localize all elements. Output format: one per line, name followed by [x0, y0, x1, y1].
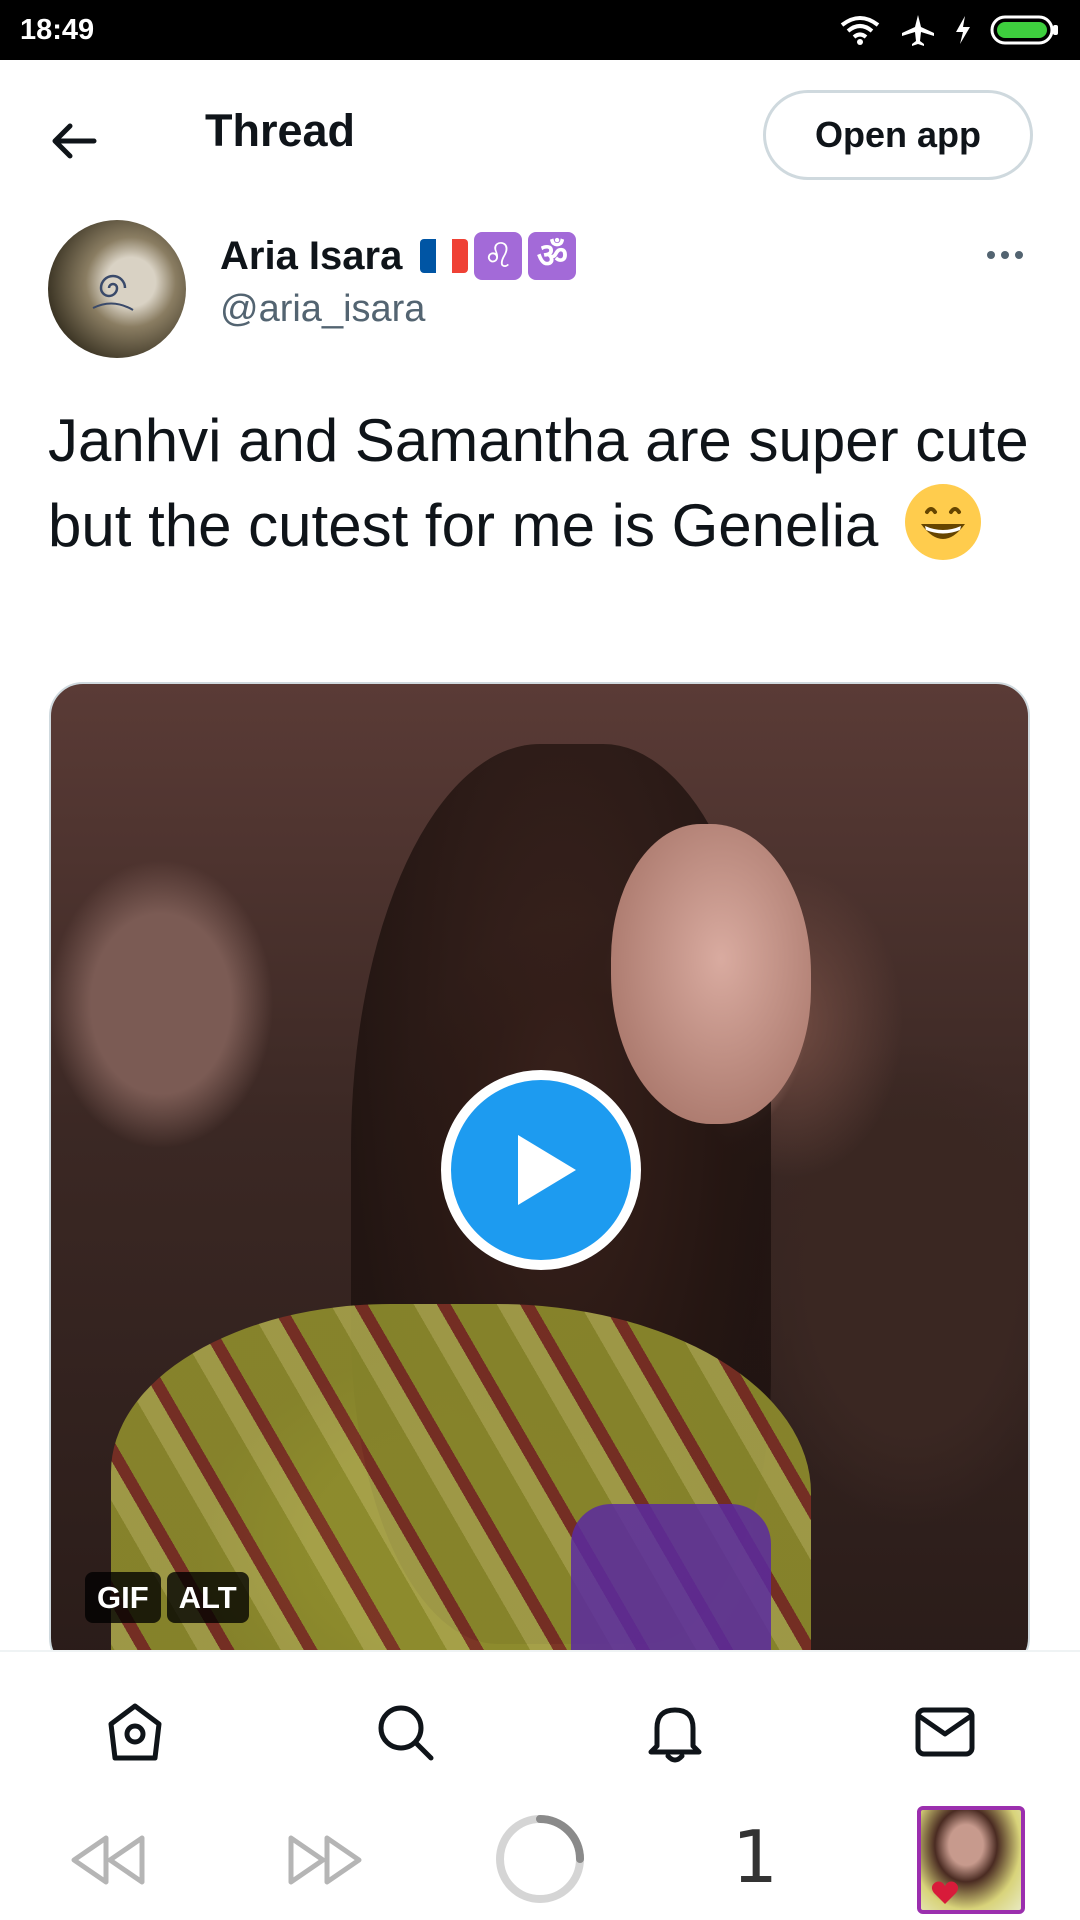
status-bar: 18:49 [0, 0, 1080, 60]
nav-notifications[interactable] [635, 1692, 715, 1772]
page-title: Thread [205, 105, 356, 156]
name-emojis: ♌ ॐ [420, 232, 577, 280]
browser-back-button[interactable] [68, 1825, 148, 1895]
mail-icon [915, 1707, 975, 1757]
nav-messages[interactable] [905, 1692, 985, 1772]
back-button[interactable] [38, 105, 110, 177]
bottom-nav [0, 1650, 1080, 1795]
author-name-text: Aria Isara [220, 234, 403, 278]
status-icons [838, 13, 1060, 47]
alt-badge[interactable]: ALT [166, 1572, 249, 1623]
fast-forward-icon [288, 1835, 362, 1885]
tweet-text-content: Janhvi and Samantha are super cute but t… [48, 407, 1029, 559]
tab-count: 1 [732, 1815, 778, 1899]
more-options-button[interactable] [980, 230, 1030, 280]
media-badges: GIF ALT [85, 1572, 249, 1623]
more-dot-icon [1015, 251, 1023, 259]
search-icon [378, 1705, 434, 1761]
bell-icon [648, 1707, 702, 1763]
author-name[interactable]: Aria Isara ♌ ॐ [220, 232, 577, 280]
airplane-icon [902, 15, 934, 46]
avatar[interactable] [48, 220, 186, 358]
om-symbol-icon: ॐ [528, 232, 577, 280]
tweet-media-gif[interactable]: GIF ALT [49, 682, 1030, 1672]
wifi-icon [840, 16, 880, 45]
browser-forward-button[interactable] [285, 1825, 365, 1895]
open-app-button[interactable]: Open app [763, 90, 1033, 180]
loading-spinner[interactable] [494, 1813, 586, 1905]
heart-icon [931, 1881, 959, 1904]
more-dot-icon [987, 251, 995, 259]
arrow-left-icon [52, 123, 97, 159]
status-time: 18:49 [20, 13, 95, 46]
media-figure-scarf [571, 1504, 771, 1670]
browser-bar: 1 [0, 1795, 1080, 1920]
rewind-icon [71, 1835, 145, 1885]
grinning-face-emoji-icon [905, 484, 982, 560]
leo-zodiac-icon: ♌ [474, 232, 523, 280]
more-dot-icon [1001, 251, 1009, 259]
thread-header: Thread Open app [0, 60, 1080, 210]
play-icon [518, 1135, 576, 1205]
avatar-tattoo-icon [92, 274, 134, 311]
nav-search[interactable] [365, 1692, 445, 1772]
gif-badge: GIF [85, 1572, 161, 1623]
play-button[interactable] [441, 1070, 641, 1270]
author-handle[interactable]: @aria_isara [220, 290, 425, 328]
tab-thumbnail[interactable] [917, 1806, 1025, 1914]
loading-ring-icon [496, 1815, 584, 1903]
charging-icon [956, 16, 970, 44]
media-figure-face [611, 824, 811, 1124]
nav-home[interactable] [95, 1692, 175, 1772]
home-icon [108, 1703, 162, 1761]
tweet-text: Janhvi and Samantha are super cute but t… [48, 400, 1038, 567]
tab-count-button[interactable]: 1 [730, 1817, 780, 1897]
battery-icon [990, 15, 1058, 45]
french-flag-icon [420, 239, 469, 273]
